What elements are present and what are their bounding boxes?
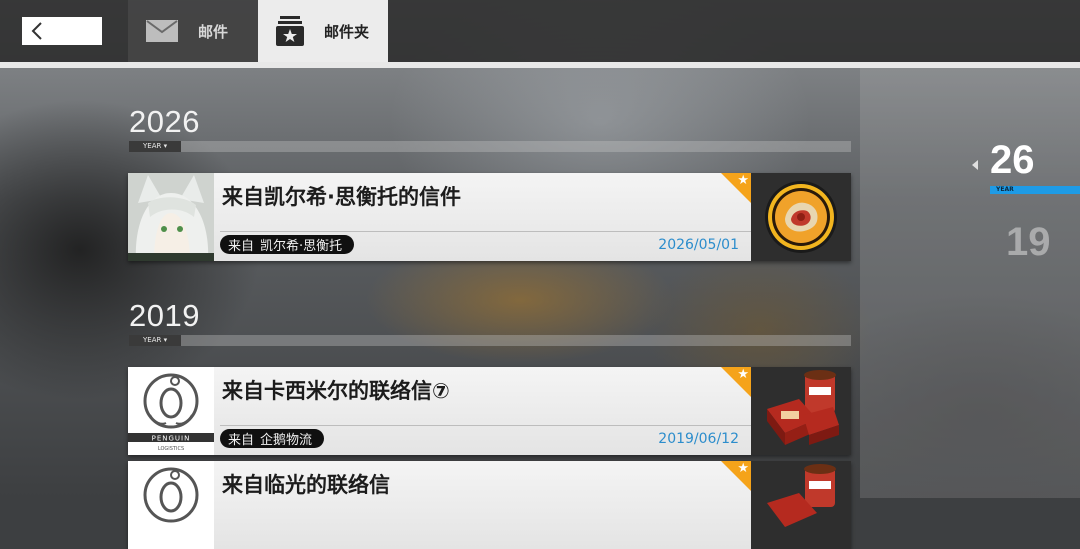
year-divider [129,335,851,346]
tab-mail-label: 邮件 [198,22,229,41]
year-divider [129,141,851,152]
reward-item [751,173,851,261]
mail-subject: 来自临光的联络信 [222,473,390,497]
tab-mail-folder-label: 邮件夹 [324,22,370,41]
year-tag: YEAR ▾ [129,335,181,346]
mail-item[interactable]: PENGUIN LOGISTICS 来自卡西米尔的联络信⑦ 来自 企鹅物流 20… [128,367,851,455]
year-nav-item[interactable]: 19 [1006,220,1051,265]
reward-item [751,461,851,549]
sender-name: 企鹅物流 [260,433,313,448]
sender-prefix: 来自 [228,239,255,254]
sender-badge: 来自 企鹅物流 [220,429,325,448]
sender-prefix: 来自 [228,433,255,448]
year-nav-indicator-icon [972,160,978,170]
penguin-logo-text: PENGUIN [152,435,191,443]
mail-subject: 来自凯尔希·思衡托的信件 [222,185,461,209]
mail-divider [220,425,751,426]
mail-item[interactable]: 来自临光的联络信 ★ [128,461,851,549]
year-nav-active[interactable]: 26 [990,138,1035,183]
year-nav-active-bar: YEAR [990,186,1080,194]
mail-divider [220,231,751,232]
star-icon[interactable]: ★ [737,461,749,476]
year-heading: 2026 [129,104,200,139]
top-divider [0,62,1080,68]
mail-subject: 来自卡西米尔的联络信⑦ [222,379,450,403]
year-heading: 2019 [129,298,200,333]
reward-food-icon [767,370,839,445]
envelope-icon [146,20,178,42]
sender-badge: 来自 凯尔希·思衡托 [220,235,355,254]
reward-item [751,367,851,455]
mail-date: 2019/06/12 [658,431,739,447]
tab-mail-folder[interactable]: 邮件夹 [258,0,388,62]
penguin-logo-subtext: LOGISTICS [158,446,184,452]
star-folder-icon [276,16,304,46]
mail-item[interactable]: 来自凯尔希·思衡托的信件 来自 凯尔希·思衡托 2026/05/01 ★ [128,173,851,261]
sender-avatar: PENGUIN LOGISTICS [128,367,214,455]
sender-avatar [128,461,214,549]
tab-mail[interactable]: 邮件 [128,0,258,62]
year-nav-active-tag: YEAR [996,186,1014,193]
sender-name: 凯尔希·思衡托 [260,239,343,254]
star-icon[interactable]: ★ [737,173,749,188]
reward-food-icon [767,464,836,527]
star-icon[interactable]: ★ [737,367,749,382]
chevron-left-icon [31,22,42,40]
reward-medal-icon [765,181,837,253]
mail-date: 2026/05/01 [658,237,739,253]
year-nav-panel [860,68,1080,498]
sender-avatar [128,173,214,261]
back-button[interactable] [22,17,102,45]
year-tag: YEAR ▾ [129,141,181,152]
